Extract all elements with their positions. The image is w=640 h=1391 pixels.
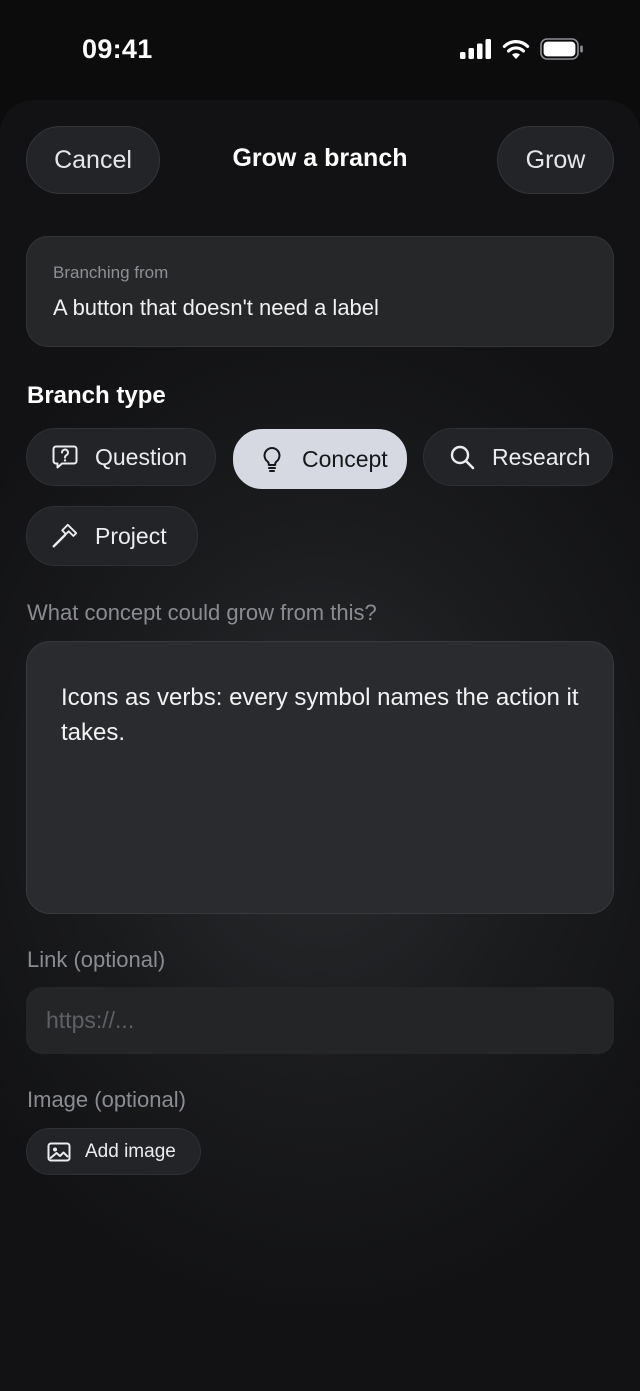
- grow-branch-sheet: Cancel Grow a branch Grow Branching from…: [0, 100, 640, 1391]
- hammer-icon: [51, 522, 79, 550]
- search-icon: [448, 443, 476, 471]
- link-input[interactable]: [26, 987, 614, 1054]
- link-field-label: Link (optional): [27, 947, 166, 972]
- question-bubble-icon: [51, 443, 79, 471]
- branch-type-title: Branch type: [27, 382, 166, 409]
- chip-label: Concept: [302, 445, 388, 472]
- branch-type-research-chip[interactable]: Research: [423, 428, 613, 486]
- cellular-signal-icon: [460, 39, 492, 64]
- battery-icon: [540, 38, 584, 65]
- branching-from-caption: Branching from: [53, 263, 169, 282]
- image-icon: [47, 1140, 71, 1164]
- concept-textarea[interactable]: Icons as verbs: every symbol names the a…: [26, 641, 614, 914]
- branching-from-card: Branching from A button that doesn't nee…: [26, 236, 614, 347]
- chip-label: Project: [95, 522, 167, 549]
- branching-from-text: A button that doesn't need a label: [53, 295, 379, 320]
- chip-label: Research: [492, 443, 591, 470]
- branch-type-project-chip[interactable]: Project: [26, 506, 198, 566]
- add-image-label: Add image: [85, 1140, 176, 1162]
- nav-bar: Cancel Grow a branch Grow: [0, 124, 640, 196]
- branch-type-concept-chip[interactable]: Concept: [233, 429, 407, 489]
- status-icons: [460, 38, 584, 65]
- lightbulb-icon: [258, 445, 286, 473]
- grow-button[interactable]: Grow: [497, 126, 614, 194]
- wifi-icon: [502, 39, 530, 65]
- image-field-label: Image (optional): [27, 1087, 186, 1112]
- branch-type-question-chip[interactable]: Question: [26, 428, 216, 486]
- status-time: 09:41: [82, 34, 153, 64]
- add-image-button[interactable]: Add image: [26, 1128, 201, 1175]
- chip-label: Question: [95, 443, 188, 470]
- concept-field-label: What concept could grow from this?: [27, 600, 377, 625]
- status-bar: 09:41: [0, 0, 640, 104]
